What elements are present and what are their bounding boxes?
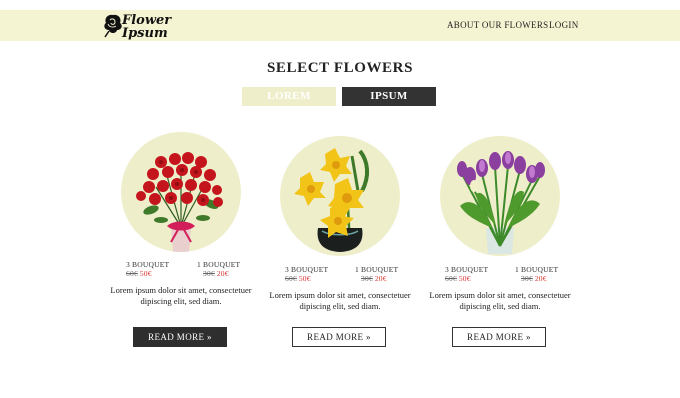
tab-ipsum[interactable]: IPSUM [342,87,436,106]
price-one-label: 1 BOUQUET [197,260,241,269]
read-more-button[interactable]: READ MORE » [452,327,546,347]
daffodils-image[interactable] [280,136,400,256]
price-three-label: 3 BOUQUET [445,265,489,274]
price-three-bouquet: 3 BOUQUET 60€ 50€ [285,265,328,283]
price-three-bouquet: 3 BOUQUET 60€ 50€ [445,265,488,283]
nav-login[interactable]: LOGIN [549,20,579,30]
yellow-daffodils-icon [294,148,369,252]
price-three-old: 60€ [285,274,297,283]
price-one-bouquet: 1 BOUQUET 30€ 20€ [197,260,240,278]
price-one-old: 30€ [521,274,533,283]
price-one-bouquet: 1 BOUQUET 30€ 20€ [355,265,398,283]
tab-lorem[interactable]: LOREM [242,87,336,106]
product-description: Lorem ipsum dolor sit amet, consectetuer… [110,285,252,306]
price-three-old: 60€ [126,269,138,278]
product-description: Lorem ipsum dolor sit amet, consectetuer… [269,290,411,311]
product-description: Lorem ipsum dolor sit amet, consectetuer… [429,290,571,311]
price-three-new: 50€ [458,274,471,283]
red-roses-icon [136,152,223,252]
price-one-new: 20€ [534,274,547,283]
page-title: SELECT FLOWERS [266,60,414,76]
read-more-button[interactable]: READ MORE » [133,327,227,347]
price-one-label: 1 BOUQUET [355,265,399,274]
price-one-old: 30€ [361,274,373,283]
nav-about-our-flowers[interactable]: ABOUT OUR FLOWERS [447,20,548,30]
price-one-old: 30€ [203,269,215,278]
price-three-label: 3 BOUQUET [285,265,329,274]
tulips-image[interactable] [440,136,560,256]
price-one-bouquet: 1 BOUQUET 30€ 20€ [515,265,558,283]
price-three-label: 3 BOUQUET [126,260,170,269]
price-three-new: 50€ [298,274,311,283]
price-one-new: 20€ [216,269,229,278]
price-one-new: 20€ [374,274,387,283]
price-three-new: 50€ [139,269,152,278]
price-three-bouquet: 3 BOUQUET 60€ 50€ [126,260,169,278]
site-logo[interactable]: Flower Ipsum [100,12,180,42]
price-one-label: 1 BOUQUET [515,265,559,274]
read-more-button[interactable]: READ MORE » [292,327,386,347]
price-three-old: 60€ [445,274,457,283]
logo-text-ipsum: Ipsum [122,26,168,41]
purple-tulips-icon [457,151,545,254]
roses-image[interactable] [121,132,241,252]
